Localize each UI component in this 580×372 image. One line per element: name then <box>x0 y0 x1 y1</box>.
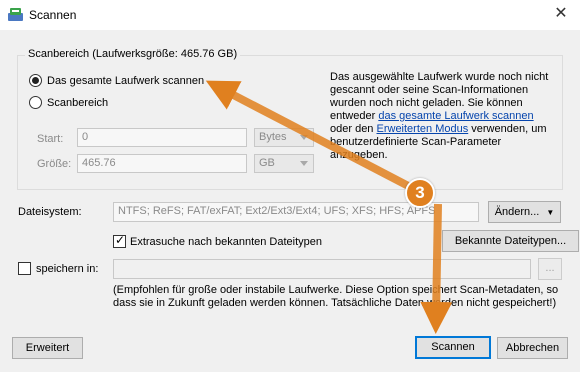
annotation-overlay <box>205 80 453 334</box>
annotation-arrow <box>205 80 420 195</box>
callout-badge: 3 <box>405 178 435 208</box>
annotation-arrow <box>420 203 453 334</box>
